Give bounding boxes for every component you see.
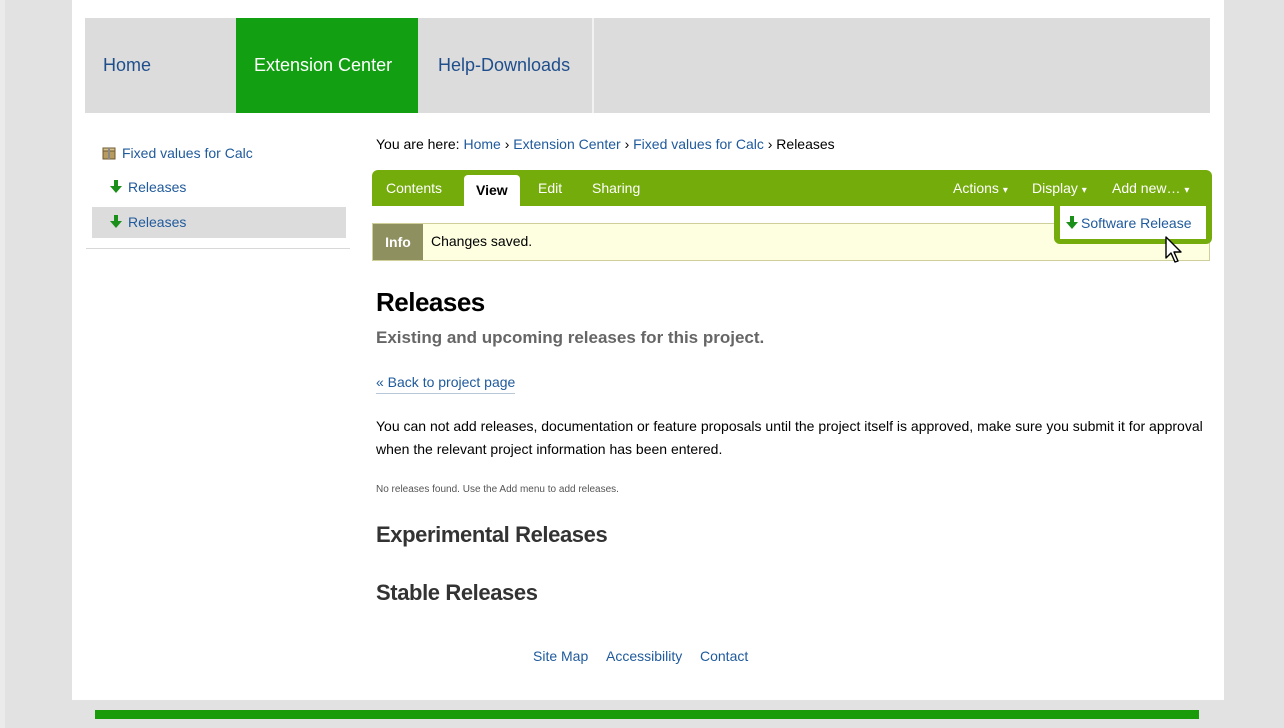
chevron-down-icon: ▾ <box>1081 185 1087 196</box>
actions-menu[interactable]: Actions ▾ <box>953 180 1008 196</box>
footer-green-bar <box>95 710 1199 719</box>
nav-extension-center-label: Extension Center <box>254 55 393 75</box>
right-margin <box>1224 0 1284 728</box>
add-new-menu-label: Add new… <box>1112 180 1181 196</box>
add-new-menu[interactable]: Add new… ▾ <box>1112 180 1189 196</box>
tab-edit-label: Edit <box>538 180 563 196</box>
actions-menu-label: Actions <box>953 180 999 196</box>
footer-contact[interactable]: Contact <box>700 648 748 664</box>
portlet-item-releases[interactable]: Releases <box>110 179 186 195</box>
tab-sharing[interactable]: Sharing <box>592 180 640 196</box>
portlet-item-label: Releases <box>128 214 187 230</box>
top-navigation: Home Extension Center Help-Downloads <box>85 18 1210 113</box>
breadcrumb-project[interactable]: Fixed values for Calc <box>633 136 764 152</box>
mouse-cursor-icon <box>1165 236 1182 263</box>
back-to-project-link[interactable]: « Back to project page <box>376 374 516 394</box>
chevron-down-icon: ▾ <box>1184 185 1190 196</box>
add-software-release[interactable]: Software Release <box>1066 215 1192 231</box>
nav-help-downloads[interactable]: Help-Downloads <box>420 18 592 113</box>
nav-extension-center[interactable]: Extension Center <box>236 18 418 113</box>
nav-home[interactable]: Home <box>85 18 235 113</box>
add-new-dropdown: Software Release <box>1054 202 1212 244</box>
breadcrumb-current: Releases <box>776 136 835 152</box>
portlet-item-label: Releases <box>128 179 187 195</box>
section-experimental-releases: Experimental Releases <box>376 522 608 547</box>
breadcrumb-extension-center[interactable]: Extension Center <box>513 136 620 152</box>
footer-site-map[interactable]: Site Map <box>533 648 588 664</box>
left-margin <box>0 0 72 728</box>
portlet-divider <box>86 248 350 249</box>
breadcrumb-prefix: You are here: <box>376 136 460 152</box>
display-menu-label: Display <box>1032 180 1078 196</box>
display-menu[interactable]: Display ▾ <box>1032 180 1087 196</box>
empty-releases-text: No releases found. Use the Add menu to a… <box>376 484 619 495</box>
status-message-label: Info <box>373 224 423 260</box>
nav-separator <box>592 18 594 113</box>
breadcrumb-separator: › <box>624 136 630 152</box>
page-title: Releases <box>376 287 485 317</box>
green-down-arrow-icon <box>1066 216 1078 229</box>
tab-view-label: View <box>476 182 508 198</box>
status-message-text: Changes saved. <box>431 233 533 249</box>
chevron-down-icon: ▾ <box>1002 185 1008 196</box>
page-description: Existing and upcoming releases for this … <box>376 328 765 347</box>
green-down-arrow-icon <box>110 215 122 228</box>
tab-edit[interactable]: Edit <box>538 180 562 196</box>
approval-notice: You can not add releases, documentation … <box>376 418 1203 457</box>
portlet-project-label: Fixed values for Calc <box>122 145 253 161</box>
footer-accessibility[interactable]: Accessibility <box>606 648 682 664</box>
tab-contents-label: Contents <box>386 180 443 196</box>
nav-help-downloads-label: Help-Downloads <box>438 55 571 75</box>
portlet-project-link[interactable]: Fixed values for Calc <box>101 145 253 161</box>
breadcrumb-separator: › <box>767 136 773 152</box>
breadcrumb: You are here: Home › Extension Center › … <box>376 136 835 152</box>
add-new-dropdown-panel: Software Release <box>1060 206 1206 239</box>
tab-contents[interactable]: Contents <box>386 180 442 196</box>
tab-view[interactable]: View <box>464 175 520 206</box>
breadcrumb-home[interactable]: Home <box>463 136 500 152</box>
green-down-arrow-icon <box>110 180 122 193</box>
section-stable-releases: Stable Releases <box>376 580 538 605</box>
breadcrumb-separator: › <box>504 136 510 152</box>
edit-bar: Contents View Edit Sharing Actions ▾ Dis… <box>372 170 1212 206</box>
portlet-item-releases-selected[interactable]: Releases <box>110 214 186 230</box>
package-icon <box>102 147 116 160</box>
add-software-release-label: Software Release <box>1081 215 1192 231</box>
nav-home-label: Home <box>103 55 152 75</box>
tab-sharing-label: Sharing <box>592 180 641 196</box>
left-edge <box>0 0 5 728</box>
